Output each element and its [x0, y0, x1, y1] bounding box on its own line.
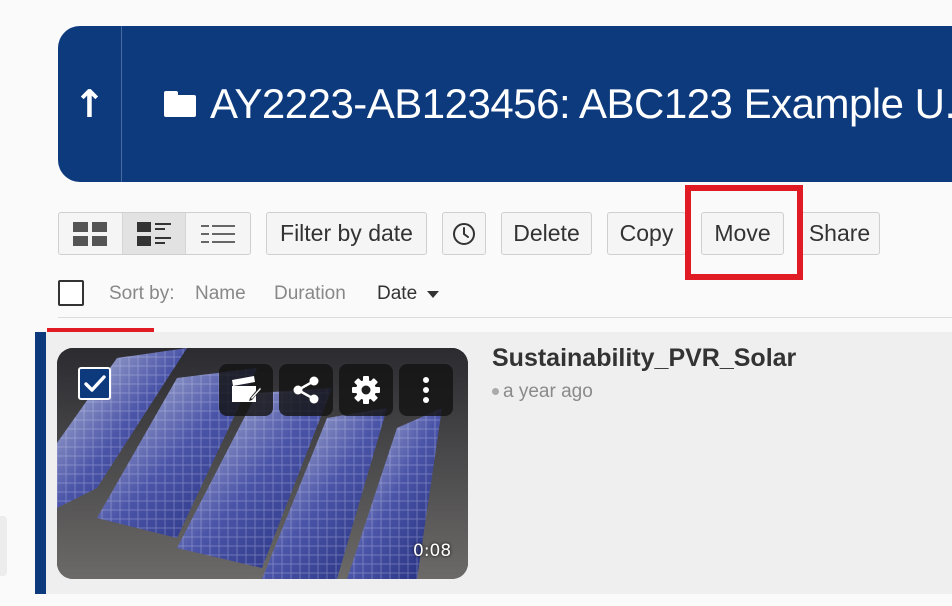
sort-descending-icon[interactable]	[427, 291, 439, 298]
folder-title: AY2223-AB123456: ABC123 Example U...	[209, 80, 952, 127]
filter-by-date-button[interactable]: Filter by date	[266, 212, 427, 255]
folder-icon	[164, 91, 197, 117]
list-view-button[interactable]	[186, 213, 250, 254]
share-video-button[interactable]	[279, 364, 333, 416]
delete-button[interactable]: Delete	[501, 212, 592, 255]
sort-by-duration[interactable]: Duration	[274, 283, 346, 305]
sort-by-date[interactable]: Date	[377, 283, 417, 305]
folder-header: ↑ AY2223-AB123456: ABC123 Example U...	[58, 26, 952, 182]
session-date: a year ago	[503, 381, 593, 402]
more-vertical-icon	[423, 377, 429, 403]
video-duration: 0:08	[413, 541, 452, 561]
parent-folder-button[interactable]: ↑	[58, 26, 123, 182]
more-options-button[interactable]	[399, 364, 453, 416]
grid-view-button[interactable]	[59, 213, 123, 254]
session-title[interactable]: Sustainability_PVR_Solar	[492, 344, 796, 373]
side-panel-handle[interactable]	[0, 516, 7, 576]
detail-view-button[interactable]	[122, 213, 187, 254]
list-view-icon	[201, 224, 236, 243]
share-button[interactable]: Share	[799, 212, 880, 255]
clock-icon	[453, 222, 475, 245]
copy-button[interactable]: Copy	[607, 212, 686, 255]
bullet-icon	[492, 388, 499, 396]
move-highlight-box	[685, 185, 803, 280]
edit-video-button[interactable]	[219, 364, 273, 416]
share-icon	[293, 376, 319, 404]
video-settings-button[interactable]	[339, 364, 393, 416]
select-all-checkbox[interactable]	[58, 280, 84, 306]
detail-view-icon	[137, 221, 171, 246]
arrow-up-icon: ↑	[73, 82, 106, 126]
item-select-checkbox[interactable]	[78, 367, 111, 400]
grid-view-icon	[73, 221, 108, 246]
sort-by-label: Sort by:	[109, 283, 175, 304]
history-button[interactable]	[442, 212, 486, 255]
session-meta: a year ago	[492, 381, 593, 403]
view-mode-group	[58, 212, 251, 255]
edit-video-icon	[232, 376, 262, 402]
sort-by-name[interactable]: Name	[195, 283, 246, 305]
sort-bar: Sort by: Name Duration Date	[58, 280, 952, 318]
page: ↑ AY2223-AB123456: ABC123 Example U... F…	[0, 0, 952, 606]
settings-gear-icon	[352, 376, 380, 404]
checkmark-icon	[83, 374, 106, 392]
